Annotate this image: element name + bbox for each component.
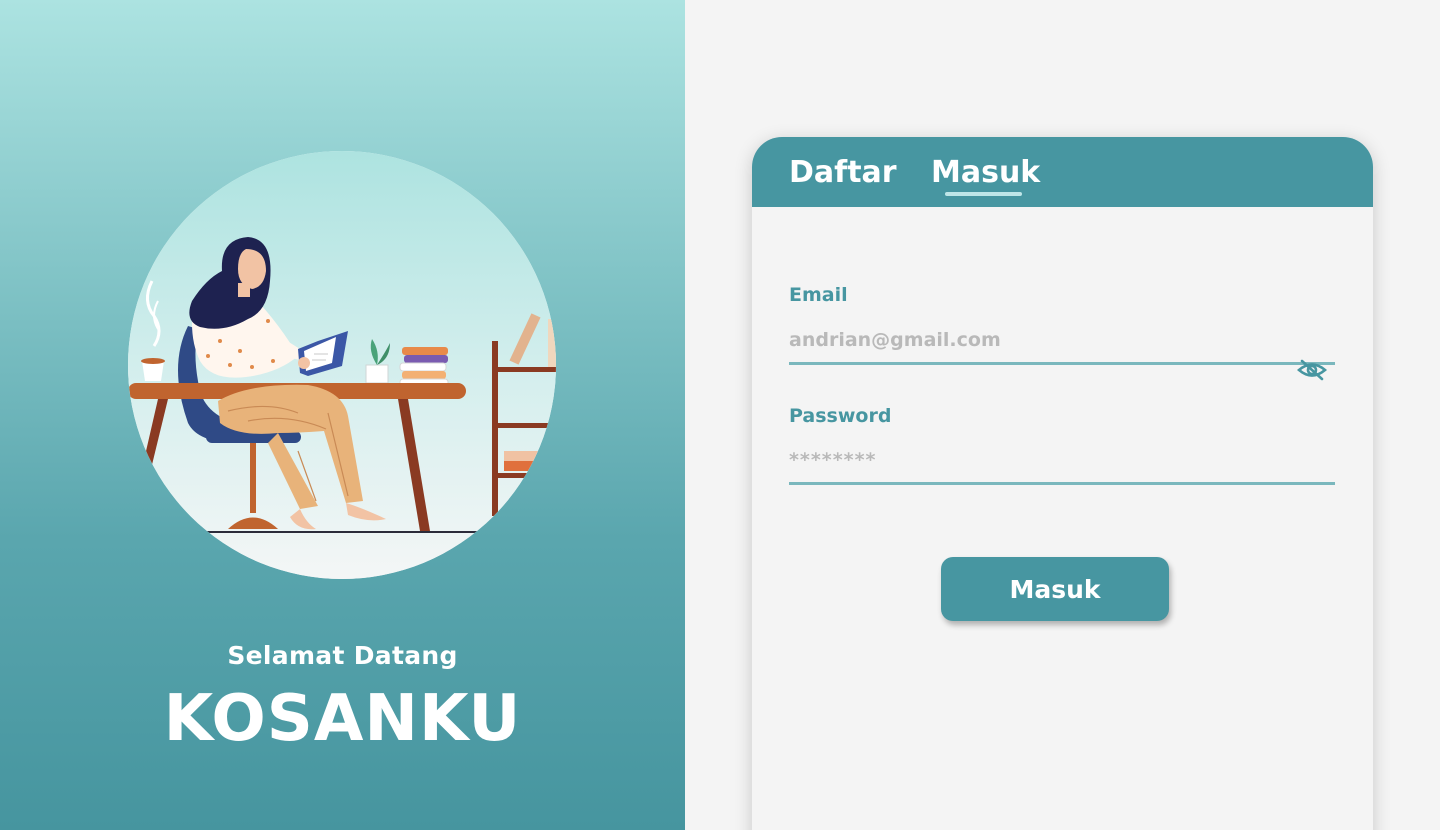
masuk-button[interactable]: Masuk bbox=[941, 557, 1169, 621]
tab-daftar[interactable]: Daftar bbox=[789, 155, 897, 190]
password-label: Password bbox=[789, 405, 892, 427]
hero-panel: Selamat Datang KOSANKU bbox=[0, 0, 685, 830]
auth-card: Daftar Masuk Email Password Masuk bbox=[752, 137, 1373, 830]
welcome-text: Selamat Datang bbox=[227, 641, 458, 670]
password-input[interactable] bbox=[789, 443, 1335, 485]
login-page: Selamat Datang KOSANKU Daftar Masuk Emai… bbox=[0, 0, 1440, 830]
eye-off-icon[interactable] bbox=[1296, 358, 1328, 382]
email-label: Email bbox=[789, 284, 848, 306]
active-tab-indicator bbox=[945, 192, 1022, 196]
hero-illustration bbox=[128, 151, 556, 579]
auth-tabs: Daftar Masuk bbox=[752, 137, 1373, 207]
woman-reading-illustration bbox=[128, 151, 556, 579]
brand-title: KOSANKU bbox=[163, 682, 522, 756]
tab-masuk[interactable]: Masuk bbox=[931, 155, 1040, 190]
email-input[interactable] bbox=[789, 323, 1335, 365]
